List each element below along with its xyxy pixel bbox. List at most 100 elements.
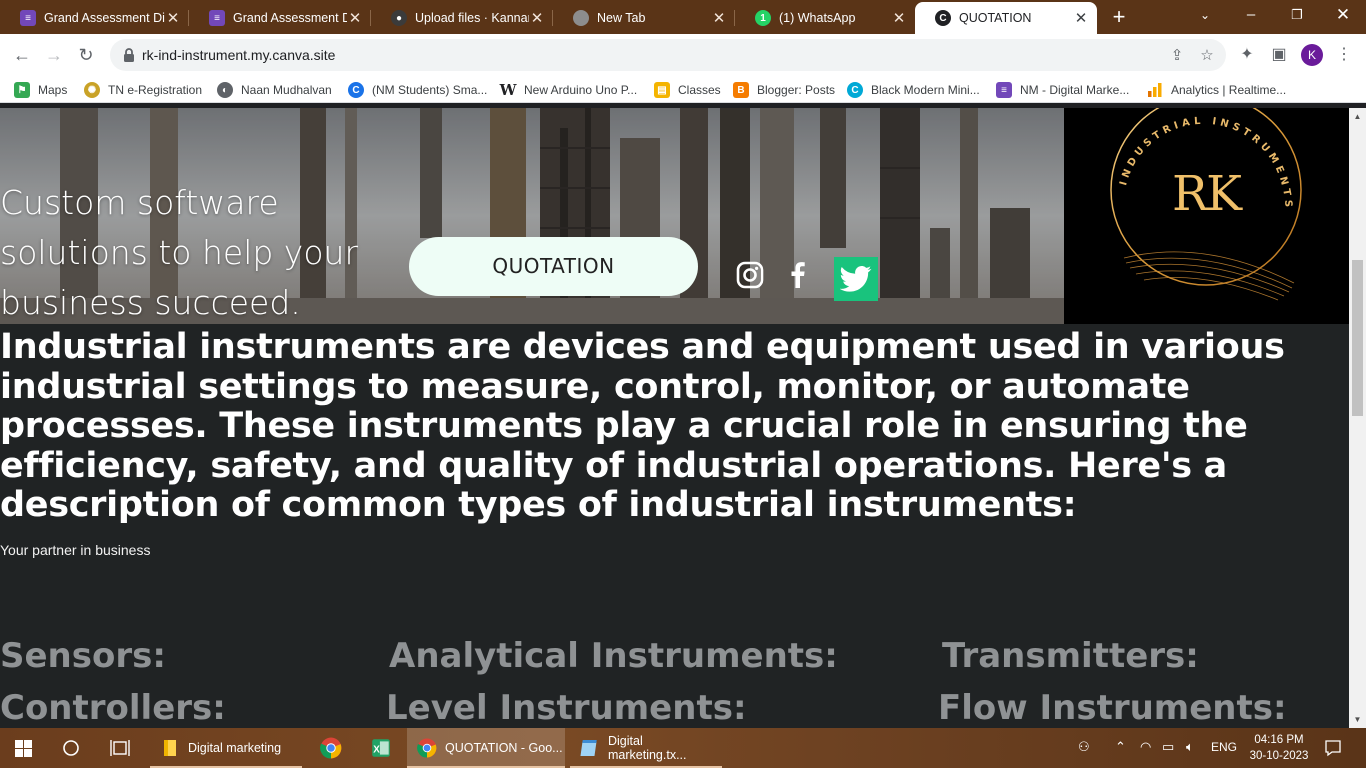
notepad-icon bbox=[580, 740, 597, 756]
bookmark-label: Naan Mudhalvan bbox=[241, 83, 332, 97]
wifi-icon[interactable]: ◠ bbox=[1140, 739, 1151, 755]
close-icon[interactable]: ✕ bbox=[529, 9, 545, 27]
excel-icon: X bbox=[372, 739, 390, 757]
close-icon[interactable]: ✕ bbox=[165, 9, 181, 27]
notifications-icon[interactable] bbox=[1324, 739, 1342, 757]
globe-icon: ◐ bbox=[217, 82, 233, 98]
taskbar-app-label: Digital marketing.tx... bbox=[608, 734, 687, 762]
address-bar[interactable]: rk-ind-instrument.my.canva.site ⇪ ☆ bbox=[110, 39, 1226, 71]
close-window-button[interactable]: ✕ bbox=[1320, 0, 1366, 32]
minimize-button[interactable]: – bbox=[1228, 0, 1274, 32]
taskbar-app-excel[interactable]: X bbox=[360, 728, 402, 768]
tab-title: Grand Assessment Di bbox=[44, 11, 165, 25]
tab-grand-assessment-1[interactable]: ≡ Grand Assessment Di ✕ bbox=[0, 2, 189, 34]
folder-icon bbox=[164, 740, 176, 756]
maps-icon: ⚑ bbox=[14, 82, 30, 98]
clock-date: 30-10-2023 bbox=[1249, 750, 1309, 762]
close-icon[interactable]: ✕ bbox=[347, 9, 363, 27]
quotation-button[interactable]: QUOTATION bbox=[409, 237, 698, 296]
scroll-up-arrow-icon[interactable]: ▲ bbox=[1349, 108, 1366, 125]
chrome-icon bbox=[573, 10, 589, 26]
back-button[interactable]: ← bbox=[9, 42, 35, 68]
restore-button[interactable]: ❐ bbox=[1274, 0, 1320, 32]
windows-taskbar: Digital marketing X QUOTATION - Goo... D… bbox=[0, 728, 1366, 768]
bookmark-nm-students[interactable]: C (NM Students) Sma... bbox=[348, 81, 487, 99]
bookmark-tn-eregistration[interactable]: ✺ TN e-Registration bbox=[84, 81, 202, 99]
bookmark-label: New Arduino Uno P... bbox=[524, 83, 638, 97]
taskbar-app-label: Digital marketing bbox=[188, 741, 282, 755]
tab-whatsapp[interactable]: 1 (1) WhatsApp ✕ bbox=[735, 2, 915, 34]
bookmark-arduino[interactable]: W New Arduino Uno P... bbox=[499, 81, 638, 99]
taskbar-app-label: QUOTATION - Goo... bbox=[445, 741, 563, 755]
twitter-button[interactable] bbox=[834, 257, 878, 301]
bookmark-classes[interactable]: ▤ Classes bbox=[654, 81, 721, 99]
people-icon[interactable]: ⚇ bbox=[1078, 739, 1090, 755]
category-heading: Transmitters: bbox=[942, 636, 1199, 676]
tab-title: Upload files · Kannan bbox=[415, 11, 529, 25]
tab-title: Grand Assessment Di bbox=[233, 11, 347, 25]
taskbar-app-file-explorer[interactable]: Digital marketing bbox=[150, 728, 302, 768]
new-tab-button[interactable]: + bbox=[1106, 5, 1132, 31]
search-icon[interactable] bbox=[62, 739, 80, 757]
tab-quotation[interactable]: C QUOTATION ✕ bbox=[915, 2, 1097, 34]
volume-icon[interactable]: 🔈︎ bbox=[1186, 739, 1194, 755]
taskbar-app-notepad[interactable]: Digital marketing.tx... bbox=[570, 728, 722, 768]
page-scrollbar[interactable]: ▲ ▼ bbox=[1349, 108, 1366, 728]
taskbar-app-chrome-quotation[interactable]: QUOTATION - Goo... bbox=[407, 728, 565, 768]
extensions-icon[interactable]: ✦ bbox=[1237, 45, 1257, 65]
bookmark-label: Classes bbox=[678, 83, 721, 97]
tab-search-icon[interactable]: ⌄ bbox=[1182, 0, 1228, 32]
w-icon: W bbox=[499, 81, 517, 99]
c-icon: C bbox=[348, 82, 364, 98]
taskbar-app-chrome[interactable] bbox=[310, 728, 352, 768]
bookmark-blogger[interactable]: B Blogger: Posts bbox=[733, 81, 835, 99]
forward-button[interactable]: → bbox=[41, 42, 67, 68]
form-icon: ≡ bbox=[20, 10, 36, 26]
tab-grand-assessment-2[interactable]: ≡ Grand Assessment Di ✕ bbox=[189, 2, 371, 34]
profile-avatar[interactable]: K bbox=[1301, 44, 1323, 66]
bookmark-analytics[interactable]: Analytics | Realtime... bbox=[1147, 81, 1286, 99]
language-indicator[interactable]: ENG bbox=[1211, 740, 1237, 754]
system-clock[interactable]: 04:16 PM 30-10-2023 bbox=[1244, 732, 1314, 764]
canva-icon: C bbox=[935, 10, 951, 26]
hero-heading: Custom software solutions to help your b… bbox=[0, 183, 359, 322]
twitter-icon bbox=[840, 266, 872, 292]
github-icon: ● bbox=[391, 10, 407, 26]
windows-start-icon[interactable] bbox=[15, 740, 32, 757]
bookmark-star-icon[interactable]: ☆ bbox=[1198, 46, 1216, 64]
reload-button[interactable]: ↻ bbox=[73, 42, 99, 68]
tab-upload-files[interactable]: ● Upload files · Kannan ✕ bbox=[371, 2, 553, 34]
category-heading: Flow Instruments: bbox=[938, 688, 1287, 728]
category-heading: Level Instruments: bbox=[386, 688, 747, 728]
menu-icon[interactable]: ⋮ bbox=[1334, 45, 1354, 65]
tab-title: QUOTATION bbox=[959, 11, 1032, 25]
close-icon[interactable]: ✕ bbox=[711, 9, 727, 27]
scrollbar-thumb[interactable] bbox=[1352, 260, 1363, 416]
bookmark-naan-mudhalvan[interactable]: ◐ Naan Mudhalvan bbox=[217, 81, 332, 99]
instagram-icon[interactable] bbox=[733, 258, 767, 292]
tagline-text: Your partner in business bbox=[0, 542, 151, 558]
lock-icon bbox=[124, 48, 134, 62]
logo-panel: INDUSTRIAL INSTRUMENTS RK bbox=[1064, 108, 1349, 324]
battery-icon[interactable]: ▭ bbox=[1162, 739, 1174, 755]
facebook-icon[interactable] bbox=[781, 258, 815, 292]
canva-icon: C bbox=[847, 82, 863, 98]
scroll-down-arrow-icon[interactable]: ▼ bbox=[1349, 711, 1366, 728]
close-icon[interactable]: ✕ bbox=[1073, 9, 1089, 27]
show-hidden-icons-icon[interactable]: ⌃ bbox=[1115, 739, 1126, 755]
task-view-icon[interactable] bbox=[110, 739, 130, 757]
category-heading: Controllers: bbox=[0, 688, 226, 728]
close-icon[interactable]: ✕ bbox=[891, 9, 907, 27]
side-panel-icon[interactable]: ▣ bbox=[1269, 45, 1289, 65]
hero-banner: Custom software solutions to help your b… bbox=[0, 108, 1064, 324]
category-heading: Analytical Instruments: bbox=[389, 636, 838, 676]
bookmark-black-modern[interactable]: C Black Modern Mini... bbox=[847, 81, 980, 99]
bookmark-maps[interactable]: ⚑ Maps bbox=[14, 81, 67, 99]
browser-toolbar: ← → ↻ rk-ind-instrument.my.canva.site ⇪ … bbox=[0, 34, 1366, 76]
share-icon[interactable]: ⇪ bbox=[1168, 46, 1186, 64]
whatsapp-icon: 1 bbox=[755, 10, 771, 26]
bookmark-nm-digital[interactable]: ≡ NM - Digital Marke... bbox=[996, 81, 1129, 99]
bookmark-label: NM - Digital Marke... bbox=[1020, 83, 1130, 97]
tab-new-tab[interactable]: New Tab ✕ bbox=[553, 2, 735, 34]
chrome-icon bbox=[320, 737, 342, 759]
